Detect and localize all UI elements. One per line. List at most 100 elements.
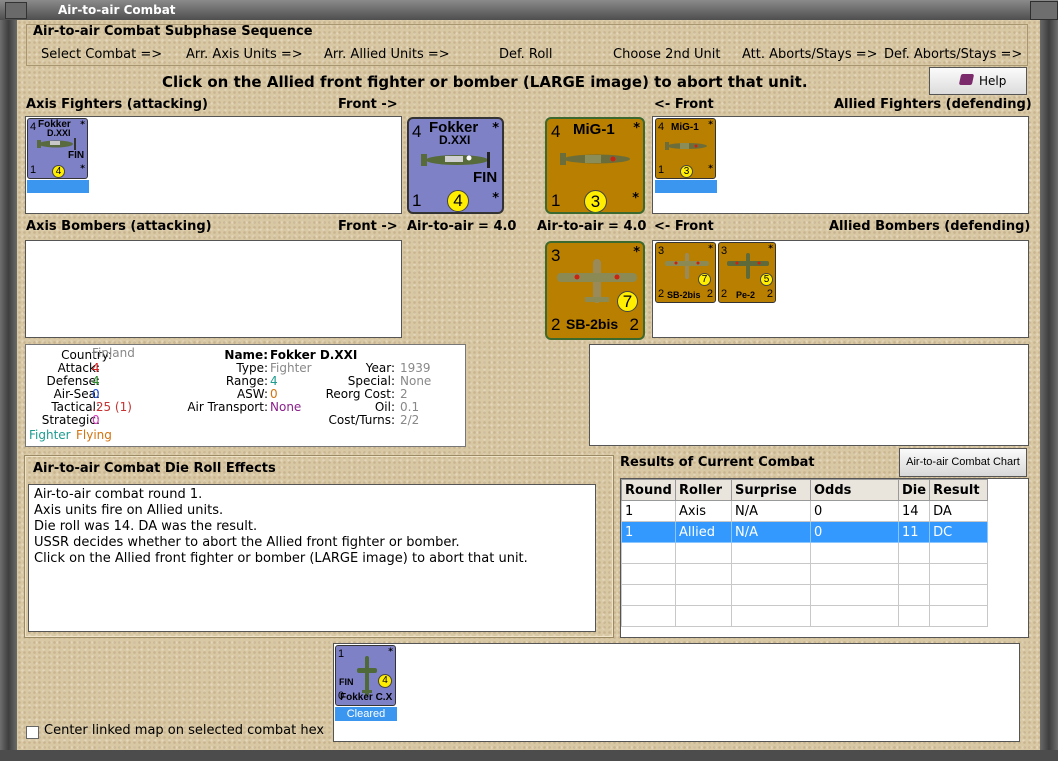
counter-star: *	[80, 120, 85, 130]
oil-key: Oil:	[374, 400, 395, 414]
counter-star: *	[633, 121, 640, 136]
cell-result: DA	[929, 500, 988, 522]
cell-round: 1	[621, 500, 676, 522]
window-menu-icon[interactable]	[5, 2, 27, 19]
combat-hex-units-box[interactable]	[333, 643, 1020, 742]
counter-name: SB-2bis	[566, 316, 619, 332]
special-value: None	[400, 374, 432, 388]
counter-star-bottom: *	[632, 191, 639, 206]
special-key: Special:	[347, 374, 395, 388]
front-allied-fighter-counter[interactable]: 4 MiG-1 * 1 3 *	[545, 117, 645, 214]
name-key: Name:	[224, 348, 268, 362]
sequence-step-def-aborts: Def. Aborts/Stays =>	[884, 47, 1023, 62]
counter-range: 4	[447, 190, 469, 212]
window-titlebar[interactable]: Air-to-air Combat	[0, 0, 1058, 21]
instruction-text: Click on the Allied front fighter or bom…	[162, 73, 808, 91]
center-map-checkbox[interactable]	[26, 726, 39, 739]
sequence-step-arr-allied: Arr. Allied Units =>	[324, 47, 450, 62]
counter-star: *	[492, 121, 499, 136]
counter-attack: 4	[412, 122, 422, 141]
help-label: Help	[979, 74, 1007, 88]
tactical-value: .25 (1)	[92, 400, 132, 414]
axis-bombers-label: Axis Bombers (attacking)	[26, 219, 212, 234]
range-key: Range:	[225, 374, 268, 388]
counter-range: 3	[584, 190, 607, 212]
attack-value: 4	[92, 361, 100, 375]
year-key: Year:	[365, 361, 395, 375]
table-row[interactable]: 1 Axis N/A 0 14 DA	[621, 500, 988, 522]
window-close-button[interactable]	[1030, 1, 1058, 20]
flag-fighter: Fighter	[29, 428, 71, 442]
cell-roller: Allied	[675, 521, 732, 543]
table-row-empty	[621, 542, 988, 564]
counter-defense: 1	[412, 191, 422, 210]
center-map-label[interactable]: Center linked map on selected combat hex	[44, 723, 324, 738]
air-to-air-combat-chart-button[interactable]: Air-to-air Combat Chart	[899, 448, 1027, 477]
counter-range: 7	[617, 291, 638, 312]
counter-name: MiG-1	[573, 121, 615, 138]
country-value: Finland	[92, 346, 135, 360]
window-title: Air-to-air Combat	[58, 3, 176, 17]
cell-odds: 0	[810, 521, 899, 543]
defense-value: 4	[92, 374, 100, 388]
axis-bombers-front-label: Front ->	[338, 219, 398, 234]
sequence-step-att-aborts: Att. Aborts/Stays =>	[742, 47, 878, 62]
axis-fighters-front-label: Front ->	[338, 97, 398, 112]
year-value: 1939	[400, 361, 431, 375]
name-value: Fokker D.XXI	[270, 348, 358, 362]
column-header-roller[interactable]: Roller	[675, 479, 732, 501]
die-roll-effects-title: Air-to-air Combat Die Roll Effects	[33, 461, 276, 476]
counter-defense: 2	[721, 288, 728, 300]
type-value: Fighter	[270, 361, 312, 375]
air-transport-value: None	[270, 400, 302, 414]
cell-die: 14	[897, 500, 931, 522]
allied-fighter-counter-mig1[interactable]: 4 MiG-1 * 1 3 *	[655, 118, 716, 179]
results-table[interactable]: Round Roller Surprise Odds Die Result 1 …	[620, 478, 1029, 638]
oil-value: 0.1	[400, 400, 420, 414]
die-roll-effects-text[interactable]: Air-to-air combat round 1. Axis units fi…	[28, 484, 596, 632]
strategic-value: 0	[92, 413, 100, 427]
allied-fighter-selection-bar	[655, 180, 717, 193]
counter-name: Pe-2	[736, 290, 756, 300]
front-axis-fighter-counter[interactable]: 4 Fokker D.XXI * FIN 1 4 *	[407, 117, 504, 214]
counter-star-bottom: *	[80, 164, 85, 174]
help-book-icon	[958, 74, 975, 85]
front-allied-bomber-counter[interactable]: 3 * 7 2 SB-2bis 2	[545, 241, 645, 340]
axis-fighters-label: Axis Fighters (attacking)	[26, 97, 208, 112]
axis-fighter-counter-fokker[interactable]: 4 Fokker D.XXI * FIN 1 4 *	[27, 118, 88, 179]
reorg-key: Reorg Cost:	[325, 387, 395, 401]
allied-bombers-front-label: <- Front	[654, 219, 714, 234]
allied-bomber-counter-sb2bis[interactable]: 3 * 7 2 SB-2bis 2	[655, 242, 716, 303]
help-button[interactable]: Help	[929, 67, 1027, 95]
window-frame-left	[0, 20, 17, 761]
axis-bombers-box[interactable]	[25, 240, 402, 338]
reorg-value: 2	[400, 387, 408, 401]
airsea-value: 0	[92, 387, 100, 401]
column-header-surprise[interactable]: Surprise	[731, 479, 811, 501]
cell-round: 1	[621, 521, 676, 543]
bottom-unit-counter[interactable]: 1 * FIN 4 0 Fokker C.X	[335, 645, 396, 706]
allied-bomber-counter-pe2[interactable]: 3 * 5 2 Pe-2 2	[718, 242, 776, 303]
cell-result: DC	[929, 521, 988, 543]
window-frame-bottom	[0, 750, 1058, 761]
flag-flying: Flying	[76, 428, 112, 442]
fighter-plane-icon	[421, 152, 490, 168]
column-header-result[interactable]: Result	[929, 479, 988, 501]
counter-attack: 4	[30, 121, 37, 133]
column-header-odds[interactable]: Odds	[810, 479, 899, 501]
die-roll-line: Die roll was 14. DA was the result.	[34, 519, 258, 534]
column-header-die[interactable]: Die	[897, 479, 931, 501]
window-frame-right	[1040, 20, 1058, 761]
table-row-empty	[621, 605, 988, 627]
cell-surprise: N/A	[731, 500, 811, 522]
fighter-plane-icon	[560, 153, 630, 165]
counter-nation: FIN	[68, 150, 85, 161]
table-row-selected[interactable]: 1 Allied N/A 0 11 DC	[621, 521, 988, 543]
table-row-empty	[621, 563, 988, 585]
column-header-round[interactable]: Round	[621, 479, 676, 501]
counter-star: *	[388, 647, 393, 657]
allied-unit-info-panel	[589, 344, 1029, 446]
results-title: Results of Current Combat	[620, 455, 815, 470]
counter-defense: 2	[658, 288, 665, 300]
cell-odds: 0	[810, 500, 899, 522]
